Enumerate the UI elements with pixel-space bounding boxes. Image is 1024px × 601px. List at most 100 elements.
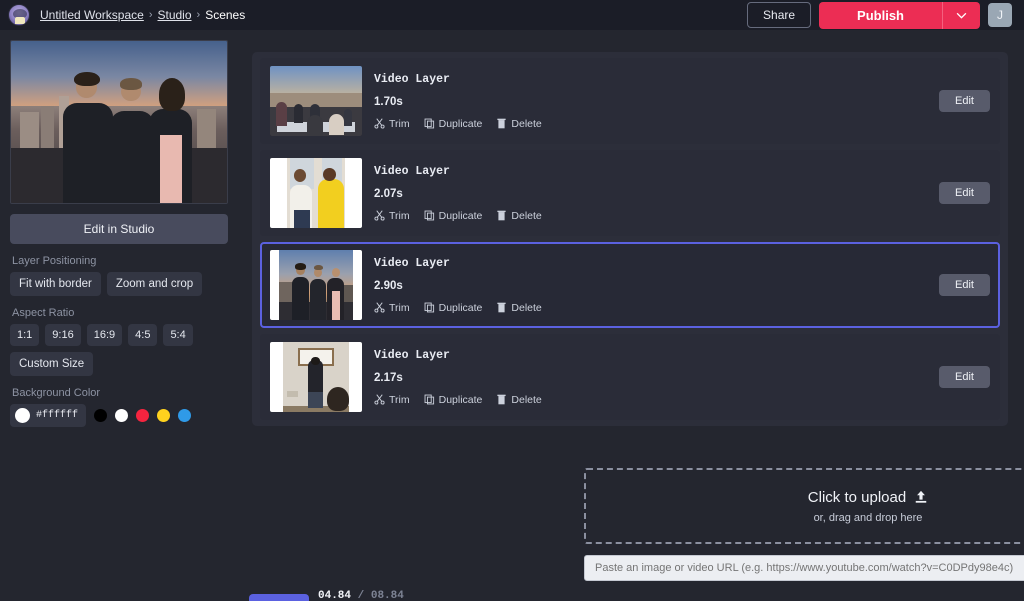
delete-action[interactable]: Delete bbox=[496, 394, 541, 406]
trim-action[interactable]: Trim bbox=[374, 302, 410, 314]
aspect-ratio-5-4[interactable]: 5:4 bbox=[163, 324, 192, 346]
layer-duration: 2.17s bbox=[374, 372, 927, 384]
layer-title: Video Layer bbox=[374, 73, 927, 86]
table-row[interactable]: Video Layer 2.90s Trim Duplicate Delete bbox=[260, 242, 1000, 328]
scene-preview-image bbox=[10, 40, 228, 204]
background-color-label: Background Color bbox=[12, 387, 230, 399]
duplicate-action[interactable]: Duplicate bbox=[424, 302, 483, 314]
zoom-and-crop-button[interactable]: Zoom and crop bbox=[107, 272, 202, 296]
breadcrumb-current-scenes: Scenes bbox=[205, 8, 245, 22]
layer-thumbnail bbox=[270, 342, 362, 412]
trim-label: Trim bbox=[389, 394, 410, 406]
layer-actions: Trim Duplicate Delete bbox=[374, 118, 927, 130]
layer-thumbnail bbox=[270, 66, 362, 136]
background-color-picker[interactable]: #ffffff bbox=[10, 404, 86, 427]
copy-icon bbox=[424, 302, 435, 313]
breadcrumb-workspace[interactable]: Untitled Workspace bbox=[40, 8, 144, 22]
trash-icon bbox=[496, 118, 507, 129]
color-swatch-red[interactable] bbox=[136, 409, 149, 422]
aspect-ratio-1-1[interactable]: 1:1 bbox=[10, 324, 39, 346]
custom-size-row: Custom Size bbox=[10, 352, 230, 376]
table-row[interactable]: Video Layer 2.17s Trim Duplicate Delete bbox=[260, 334, 1000, 420]
trash-icon bbox=[496, 302, 507, 313]
layer-thumbnail bbox=[270, 158, 362, 228]
user-avatar[interactable]: J bbox=[988, 3, 1012, 27]
layer-thumbnail bbox=[270, 250, 362, 320]
upload-dropzone[interactable]: Click to upload or, drag and drop here bbox=[584, 468, 1024, 544]
aspect-ratio-9-16[interactable]: 9:16 bbox=[45, 324, 80, 346]
layer-title: Video Layer bbox=[374, 349, 927, 362]
trash-icon bbox=[496, 394, 507, 405]
aspect-ratio-label: Aspect Ratio bbox=[12, 307, 230, 319]
upload-sublabel: or, drag and drop here bbox=[814, 512, 923, 524]
layer-actions: Trim Duplicate Delete bbox=[374, 302, 927, 314]
aspect-ratio-options: 1:1 9:16 16:9 4:5 5:4 bbox=[10, 324, 230, 346]
layer-duration: 2.90s bbox=[374, 280, 927, 292]
upload-label: Click to upload bbox=[808, 489, 906, 506]
duplicate-action[interactable]: Duplicate bbox=[424, 394, 483, 406]
color-swatch-black[interactable] bbox=[94, 409, 107, 422]
breadcrumb-studio[interactable]: Studio bbox=[158, 8, 192, 22]
upload-arrow-icon bbox=[914, 490, 928, 504]
header-actions: Share Publish J bbox=[747, 2, 1016, 29]
trim-action[interactable]: Trim bbox=[374, 118, 410, 130]
trim-action[interactable]: Trim bbox=[374, 210, 410, 222]
color-swatch-white[interactable] bbox=[115, 409, 128, 422]
table-row[interactable]: Video Layer 2.07s Trim Duplicate Delete bbox=[260, 150, 1000, 236]
table-row[interactable]: Video Layer 1.70s Trim Duplicate Delete bbox=[260, 58, 1000, 144]
layer-duration: 2.07s bbox=[374, 188, 927, 200]
edit-layer-button[interactable]: Edit bbox=[939, 182, 990, 204]
custom-size-button[interactable]: Custom Size bbox=[10, 352, 93, 376]
publish-button-group: Publish bbox=[819, 2, 980, 29]
layer-list: Video Layer 1.70s Trim Duplicate Delete bbox=[252, 52, 1008, 426]
duplicate-label: Duplicate bbox=[439, 210, 483, 222]
duplicate-label: Duplicate bbox=[439, 302, 483, 314]
pause-button[interactable] bbox=[249, 594, 309, 601]
timecode: 04.84 / 08.84 bbox=[318, 590, 404, 601]
delete-action[interactable]: Delete bbox=[496, 118, 541, 130]
color-swatch-yellow[interactable] bbox=[157, 409, 170, 422]
main-panel: Video Layer 1.70s Trim Duplicate Delete bbox=[240, 30, 1024, 601]
current-color-dot bbox=[15, 408, 30, 423]
delete-label: Delete bbox=[511, 210, 541, 222]
delete-label: Delete bbox=[511, 394, 541, 406]
layer-title: Video Layer bbox=[374, 165, 927, 178]
layer-info: Video Layer 1.70s Trim Duplicate Delete bbox=[374, 73, 927, 130]
edit-in-studio-button[interactable]: Edit in Studio bbox=[10, 214, 228, 244]
background-color-row: #ffffff bbox=[10, 404, 230, 427]
publish-button[interactable]: Publish bbox=[819, 2, 942, 29]
trim-label: Trim bbox=[389, 210, 410, 222]
trim-label: Trim bbox=[389, 302, 410, 314]
layer-positioning-options: Fit with border Zoom and crop bbox=[10, 272, 230, 296]
current-time: 04.84 bbox=[318, 590, 351, 601]
playback-transport: 04.84 / 08.84 bbox=[240, 560, 1024, 601]
left-sidebar: Edit in Studio Layer Positioning Fit wit… bbox=[0, 30, 240, 601]
total-time: 08.84 bbox=[371, 590, 404, 601]
delete-action[interactable]: Delete bbox=[496, 210, 541, 222]
copy-icon bbox=[424, 118, 435, 129]
layer-positioning-label: Layer Positioning bbox=[12, 255, 230, 267]
workspace-avatar-icon[interactable] bbox=[8, 4, 30, 26]
edit-layer-button[interactable]: Edit bbox=[939, 90, 990, 112]
layer-title: Video Layer bbox=[374, 257, 927, 270]
color-swatch-blue[interactable] bbox=[178, 409, 191, 422]
share-button[interactable]: Share bbox=[747, 2, 811, 28]
trim-action[interactable]: Trim bbox=[374, 394, 410, 406]
duplicate-action[interactable]: Duplicate bbox=[424, 118, 483, 130]
scissors-icon bbox=[374, 394, 385, 405]
publish-dropdown-button[interactable] bbox=[942, 2, 980, 29]
upload-main-row: Click to upload bbox=[808, 489, 928, 506]
delete-label: Delete bbox=[511, 118, 541, 130]
edit-layer-button[interactable]: Edit bbox=[939, 366, 990, 388]
layer-actions: Trim Duplicate Delete bbox=[374, 210, 927, 222]
duplicate-action[interactable]: Duplicate bbox=[424, 210, 483, 222]
delete-action[interactable]: Delete bbox=[496, 302, 541, 314]
edit-layer-button[interactable]: Edit bbox=[939, 274, 990, 296]
layer-duration: 1.70s bbox=[374, 96, 927, 108]
aspect-ratio-4-5[interactable]: 4:5 bbox=[128, 324, 157, 346]
scissors-icon bbox=[374, 302, 385, 313]
fit-with-border-button[interactable]: Fit with border bbox=[10, 272, 101, 296]
timecode-separator: / bbox=[358, 590, 365, 601]
copy-icon bbox=[424, 210, 435, 221]
aspect-ratio-16-9[interactable]: 16:9 bbox=[87, 324, 122, 346]
